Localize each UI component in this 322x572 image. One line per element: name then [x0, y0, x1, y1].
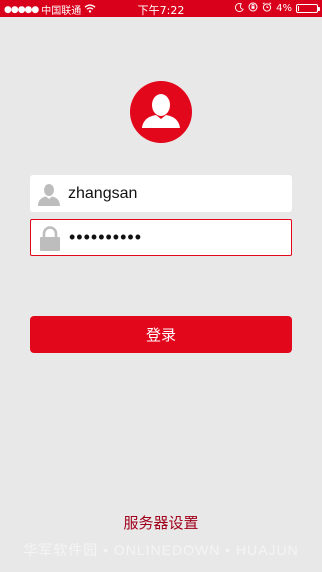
status-right: 4% [235, 2, 320, 15]
password-input[interactable] [69, 220, 284, 255]
user-avatar-icon [130, 81, 192, 143]
moon-icon [235, 2, 244, 15]
battery-icon [296, 4, 320, 13]
login-button[interactable]: 登录 [30, 316, 292, 353]
battery-fill [298, 6, 299, 11]
battery-percent: 4% [276, 3, 292, 14]
alarm-icon [262, 2, 272, 15]
username-input[interactable] [68, 175, 283, 212]
status-bar: ●●●●● 中国联通 下午7:22 4% [0, 0, 322, 17]
password-field[interactable] [30, 219, 292, 256]
rotation-lock-icon [248, 2, 258, 15]
server-settings-link[interactable]: 服务器设置 [0, 512, 322, 533]
username-field[interactable] [30, 175, 292, 212]
watermark-text: 华军软件园 • ONLINEDOWN • HUAJUN [23, 542, 299, 558]
lock-icon [37, 226, 63, 252]
user-icon [36, 181, 62, 207]
